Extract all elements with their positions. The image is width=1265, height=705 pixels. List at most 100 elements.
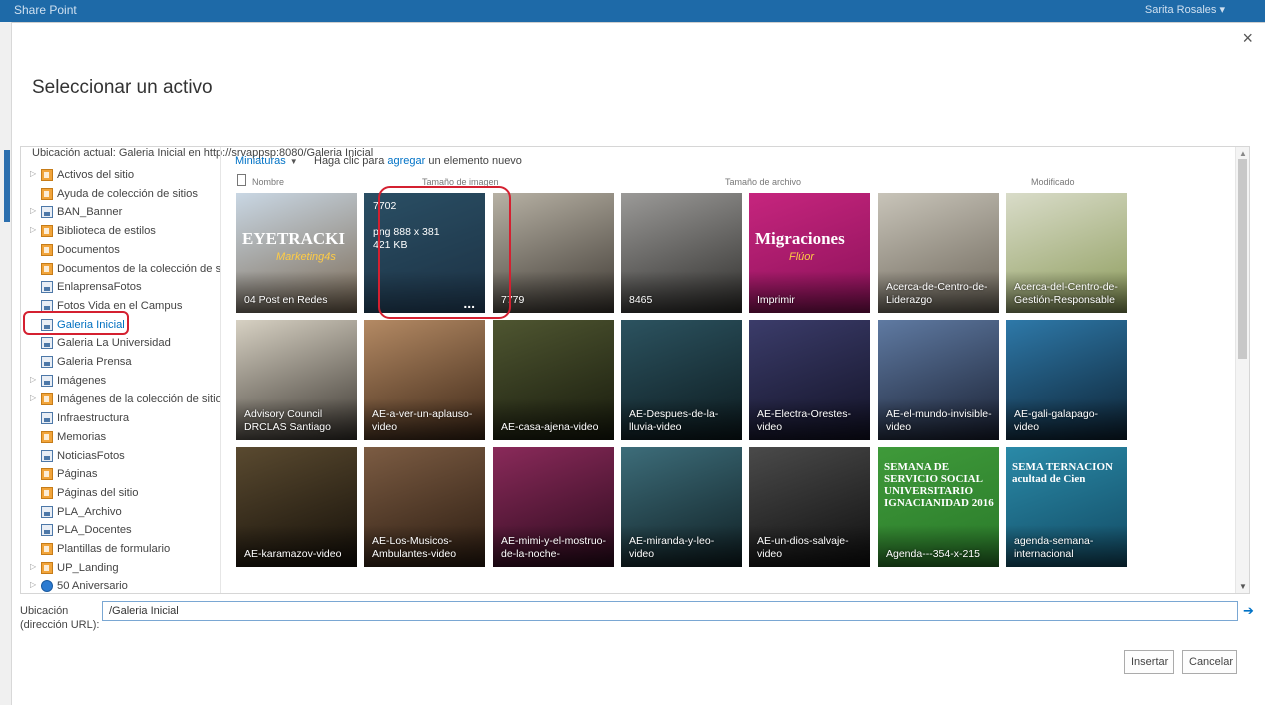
- image-tile[interactable]: AE-mimi-y-el-mostruo-de-la-noche-: [493, 447, 614, 567]
- tree-item-label: Ayuda de colección de sitios: [57, 187, 198, 200]
- tile-label: Agenda---354-x-215: [886, 548, 980, 560]
- tile-label: AE-Electra-Orestes-video: [757, 408, 851, 433]
- expand-icon[interactable]: ▷: [30, 225, 36, 234]
- image-tile[interactable]: AE-casa-ajena-video: [493, 320, 614, 440]
- image-tile[interactable]: Migraciones Flúor Imprimir: [749, 193, 870, 313]
- tree-item[interactable]: ▷ Imágenes: [21, 373, 220, 391]
- scrollbar-thumb[interactable]: [1238, 159, 1247, 359]
- tree-item[interactable]: ▷ Imágenes de la colección de sitios: [21, 391, 220, 409]
- tile-image-subtext: Flúor: [789, 251, 815, 263]
- image-tile[interactable]: SEMANA DE SERVICIO SOCIAL UNIVERSITARIO …: [878, 447, 999, 567]
- tree-item[interactable]: ▷ UP_Landing: [21, 560, 220, 578]
- image-tile[interactable]: AE-miranda-y-leo-video: [621, 447, 742, 567]
- expand-icon[interactable]: ▷: [30, 206, 36, 215]
- library-icon: [41, 561, 53, 574]
- tree-item[interactable]: Galeria Prensa: [21, 354, 220, 372]
- tree-item[interactable]: Plantillas de formulario: [21, 541, 220, 559]
- asset-browser-panel: ▷ Activos del sitio Ayuda de colección de …: [20, 146, 1250, 594]
- view-selector[interactable]: Miniaturas ▼: [235, 155, 298, 167]
- column-header-file-size[interactable]: Tamaño de archivo: [725, 177, 801, 187]
- scroll-up-icon[interactable]: ▲: [1239, 149, 1247, 158]
- tree-item[interactable]: Páginas: [21, 466, 220, 484]
- image-tile[interactable]: AE-el-mundo-invisible-video: [878, 320, 999, 440]
- url-label-line1: Ubicación: [20, 605, 69, 617]
- document-icon: [237, 174, 246, 186]
- tree-item[interactable]: EnlaprensaFotos: [21, 279, 220, 297]
- tree-item[interactable]: PLA_Docentes: [21, 522, 220, 540]
- expand-icon[interactable]: ▷: [30, 169, 36, 178]
- tree-item[interactable]: Infraestructura: [21, 410, 220, 428]
- tree-item-label: EnlaprensaFotos: [57, 281, 142, 294]
- image-tile[interactable]: Advisory Council DRCLAS Santiago: [236, 320, 357, 440]
- picture-library-icon: [41, 505, 53, 518]
- tree-item[interactable]: ▷ Biblioteca de estilos: [21, 223, 220, 241]
- tile-image-text: Migraciones: [755, 229, 845, 248]
- tree-item[interactable]: Galeria La Universidad: [21, 335, 220, 353]
- image-tile[interactable]: AE-Despues-de-la-lluvia-video: [621, 320, 742, 440]
- url-label: Ubicación (dirección URL):: [20, 604, 99, 632]
- image-tile[interactable]: SEMA TERNACION acultad de Cien agenda-sem…: [1006, 447, 1127, 567]
- expand-icon[interactable]: ▷: [30, 393, 36, 402]
- tree-item[interactable]: Documentos: [21, 242, 220, 260]
- tile-label: AE-karamazov-video: [244, 548, 342, 560]
- image-tile[interactable]: AE-Los-Musicos-Ambulantes-video: [364, 447, 485, 567]
- tree-item-label: BAN_Banner: [57, 206, 123, 219]
- background-user-area: Sarita Rosales ▾: [1144, 4, 1225, 16]
- picture-library-icon: [41, 524, 53, 537]
- tile-label: AE-mimi-y-el-mostruo-de-la-noche-: [501, 535, 606, 560]
- library-icon: [41, 543, 53, 555]
- image-tile[interactable]: AE-un-dios-salvaje-video: [749, 447, 870, 567]
- column-header-name[interactable]: Nombre: [252, 177, 284, 187]
- dialog-title: Seleccionar un activo: [32, 77, 213, 98]
- tree-item[interactable]: Memorias: [21, 429, 220, 447]
- go-arrow-icon[interactable]: ➔: [1243, 603, 1254, 619]
- picture-library-icon: [41, 337, 53, 350]
- library-tree: ▷ Activos del sitio Ayuda de colección de …: [21, 147, 221, 593]
- tile-label: Advisory Council DRCLAS Santiago: [244, 408, 331, 433]
- tree-item[interactable]: Páginas del sitio: [21, 485, 220, 503]
- globe-icon: [41, 580, 53, 593]
- tree-item[interactable]: ▷ Activos del sitio: [21, 167, 220, 185]
- tile-label: AE-Los-Musicos-Ambulantes-video: [372, 535, 457, 560]
- library-icon: [41, 169, 53, 181]
- tree-item-label: Imágenes: [57, 374, 107, 387]
- tile-label: 7779: [501, 294, 525, 306]
- image-tile[interactable]: Acerca-de-Centro-de-Liderazgo: [878, 193, 999, 313]
- tree-item-label: Galeria La Universidad: [57, 337, 171, 350]
- image-tile[interactable]: EYETRACKI Marketing4s 04 Post en Redes: [236, 193, 357, 313]
- tree-item-label: Galeria Prensa: [57, 356, 132, 368]
- tree-item-label: Activos del sitio: [57, 169, 135, 181]
- library-icon: [41, 486, 53, 499]
- image-tile[interactable]: AE-Electra-Orestes-video: [749, 320, 870, 440]
- vertical-scrollbar[interactable]: ▲ ▼: [1235, 147, 1249, 593]
- cancel-button[interactable]: Cancelar: [1182, 650, 1237, 674]
- add-item-link[interactable]: agregar: [387, 155, 425, 167]
- library-icon: [41, 430, 53, 443]
- image-tile[interactable]: AE-a-ver-un-aplauso-video: [364, 320, 485, 440]
- column-header-modified[interactable]: Modificado: [1031, 177, 1075, 187]
- url-input[interactable]: [102, 601, 1238, 621]
- tree-item[interactable]: ▷ 50 Aniversario: [21, 578, 220, 593]
- background-accent: [4, 150, 10, 222]
- tree-item[interactable]: ▷ BAN_Banner: [21, 204, 220, 222]
- add-hint-prefix: Haga clic para: [314, 155, 388, 167]
- image-tile[interactable]: Acerca-del-Centro-de-Gestión-Responsable: [1006, 193, 1127, 313]
- tile-label: 8465: [629, 294, 653, 306]
- tree-item[interactable]: PLA_Archivo: [21, 504, 220, 522]
- tree-item[interactable]: NoticiasFotos: [21, 448, 220, 466]
- expand-icon[interactable]: ▷: [30, 375, 36, 384]
- tree-item-label: 50 Aniversario: [57, 580, 128, 593]
- tile-image-subtext: Marketing4s: [276, 251, 336, 263]
- close-icon[interactable]: ×: [1242, 29, 1253, 47]
- image-tile[interactable]: 8465: [621, 193, 742, 313]
- scroll-down-icon[interactable]: ▼: [1239, 582, 1247, 591]
- image-tile[interactable]: AE-gali-galapago-video: [1006, 320, 1127, 440]
- expand-icon[interactable]: ▷: [30, 580, 36, 589]
- image-tile[interactable]: 7779: [493, 193, 614, 313]
- insert-button[interactable]: Insertar: [1124, 650, 1174, 674]
- tile-label: AE-miranda-y-leo-video: [629, 535, 715, 560]
- tree-item[interactable]: Ayuda de colección de sitios: [21, 186, 220, 204]
- tree-item[interactable]: Documentos de la colección de sit: [21, 261, 220, 279]
- expand-icon[interactable]: ▷: [30, 562, 36, 571]
- image-tile[interactable]: AE-karamazov-video: [236, 447, 357, 567]
